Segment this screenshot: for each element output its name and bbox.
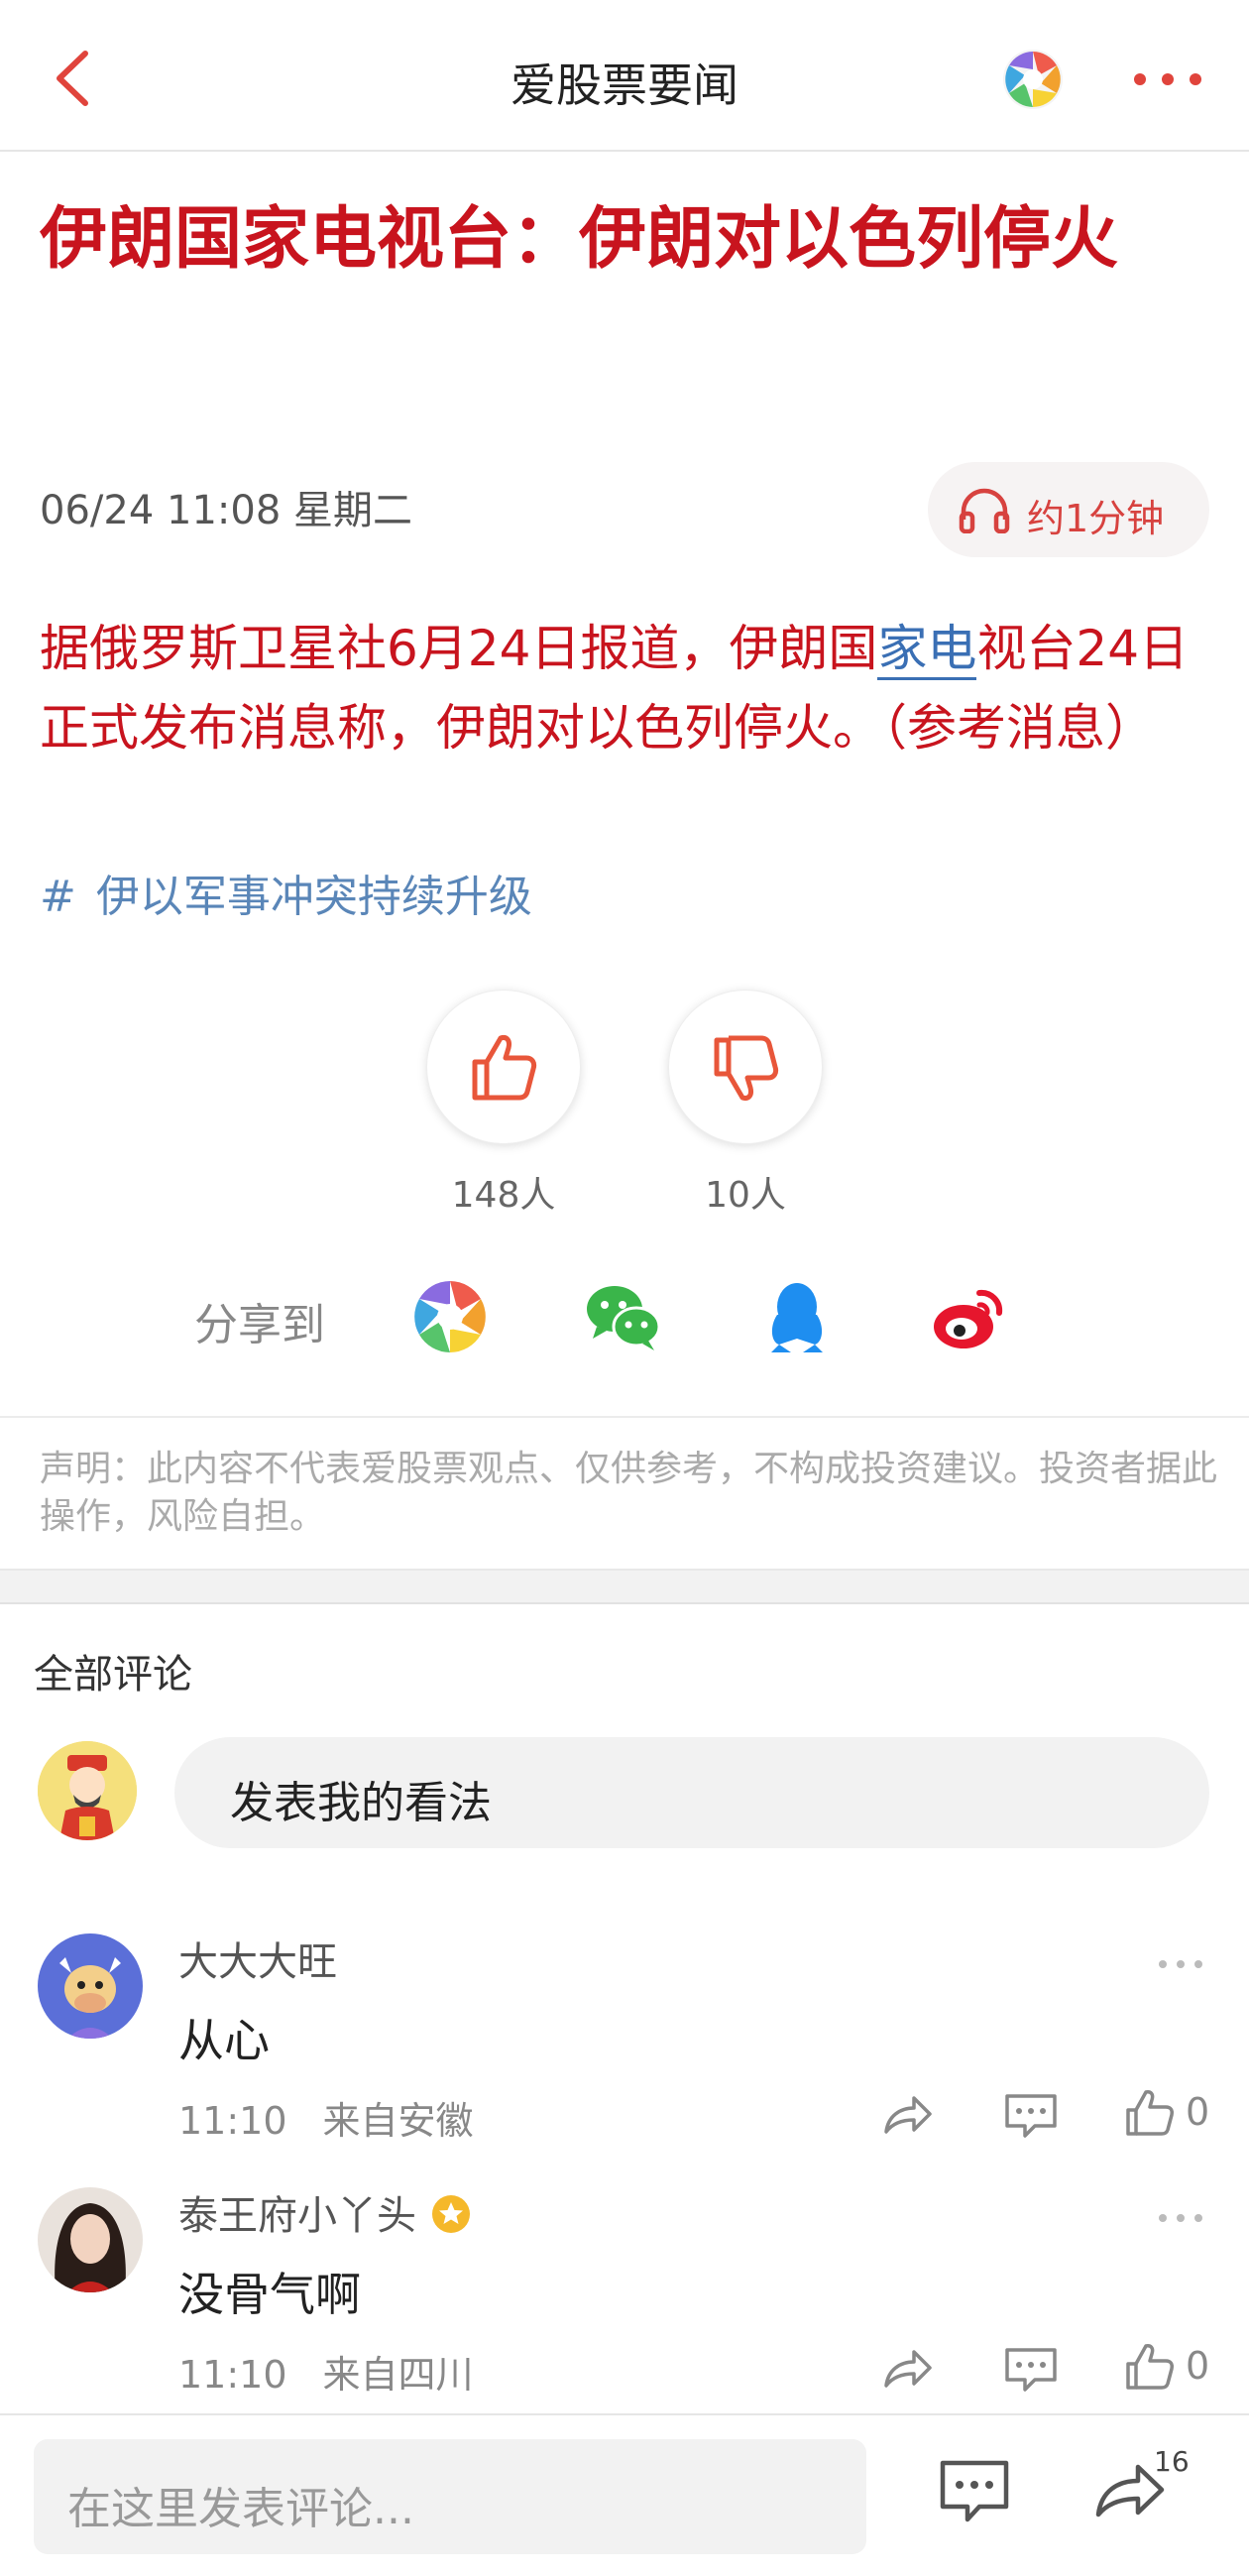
comment-more-icon[interactable] (1156, 1957, 1205, 1971)
comment-username[interactable]: 大大大旺 (178, 1930, 337, 1987)
comment-text: 没骨气啊 (178, 2268, 361, 2321)
forward-icon[interactable] (878, 2344, 934, 2394)
comment-username[interactable]: 泰王府小丫头 (178, 2183, 472, 2241)
comments-title: 全部评论 (34, 1652, 192, 1698)
dislike-button[interactable] (668, 990, 823, 1144)
disclaimer-text: 声明：此内容不代表爱股票观点、仅供参考，不构成投资建议。投资者据此操作，风险自担… (40, 1449, 1218, 1537)
comment-location: 来自四川 (322, 2353, 474, 2397)
stock-link[interactable]: 家电 (877, 620, 977, 680)
comment-icon[interactable] (938, 2457, 1011, 2526)
top-nav-bar: 爱股票要闻 (0, 0, 1249, 152)
avatar[interactable] (38, 1933, 143, 2039)
weibo-icon[interactable] (930, 1277, 1009, 1356)
listen-button[interactable]: 约1分钟 (928, 462, 1209, 557)
thumbs-up-icon (472, 1035, 537, 1101)
hashtag-label: 伊以军事冲突持续升级 (95, 872, 532, 922)
comment-more-icon[interactable] (1156, 2211, 1205, 2225)
comment-text: 从心 (178, 2014, 270, 2067)
share-label: 分享到 (194, 1300, 325, 1350)
app-logo-icon[interactable] (1001, 48, 1065, 111)
comment-meta: 11:10 来自四川 (178, 2344, 474, 2399)
comment-input[interactable]: 发表我的看法 (174, 1737, 1209, 1848)
qq-icon[interactable] (757, 1277, 837, 1356)
like-button[interactable] (426, 990, 581, 1144)
topic-hashtag[interactable]: # 伊以军事冲突持续升级 (40, 861, 532, 924)
comment-like-count: 0 (1186, 2090, 1210, 2134)
body-text-part: 据俄罗斯卫星社6月24日报道，伊朗国 (40, 620, 878, 677)
headphones-icon (959, 488, 1010, 533)
comment-time: 11:10 (178, 2353, 287, 2397)
comment-username-label: 泰王府小丫头 (178, 2193, 416, 2239)
bottom-comment-input[interactable]: 在这里发表评论... (34, 2439, 866, 2554)
share-count-badge: 16 (1154, 2445, 1190, 2478)
bottom-bar: 在这里发表评论... 16 (0, 2413, 1249, 2576)
god-of-wealth-avatar-icon (38, 1741, 137, 1840)
article-headline: 伊朗国家电视台：伊朗对以色列停火 (40, 200, 1119, 279)
dislike-count: 10人 (705, 1175, 786, 1216)
avatar[interactable] (38, 2187, 143, 2292)
reply-icon[interactable] (1003, 2344, 1059, 2394)
thumbs-down-icon (714, 1035, 779, 1101)
comment-input-prompt: 发表我的看法 (230, 1778, 492, 1828)
comment-meta: 11:10 来自安徽 (178, 2090, 474, 2145)
verified-badge-icon (432, 2195, 470, 2233)
comment-time: 11:10 (178, 2099, 287, 2143)
reply-icon[interactable] (1003, 2090, 1059, 2140)
section-gap (0, 1569, 1249, 1604)
listen-duration: 约1分钟 (1027, 497, 1165, 540)
comment-location: 来自安徽 (322, 2099, 474, 2143)
comment-like-icon[interactable] (1124, 2342, 1180, 2392)
forward-icon[interactable] (878, 2090, 934, 2140)
article-body: 据俄罗斯卫星社6月24日报道，伊朗国家电视台24日正式发布消息称，伊朗对以色列停… (40, 609, 1209, 767)
aigupiao-share-icon[interactable] (410, 1277, 490, 1356)
comment-like-count: 0 (1186, 2344, 1210, 2388)
more-dots-icon[interactable] (1128, 59, 1207, 99)
like-count: 148人 (451, 1175, 556, 1216)
comment-like-icon[interactable] (1124, 2088, 1180, 2138)
hash-icon: # (40, 872, 76, 922)
bottom-input-placeholder: 在这里发表评论... (67, 2484, 414, 2534)
publish-date: 06/24 11:08 星期二 (40, 488, 412, 533)
divider (0, 1416, 1249, 1418)
cow-avatar-icon (38, 1933, 143, 2039)
user-photo-avatar-icon (38, 2187, 143, 2292)
wechat-icon[interactable] (583, 1277, 662, 1356)
my-avatar[interactable] (38, 1741, 137, 1840)
